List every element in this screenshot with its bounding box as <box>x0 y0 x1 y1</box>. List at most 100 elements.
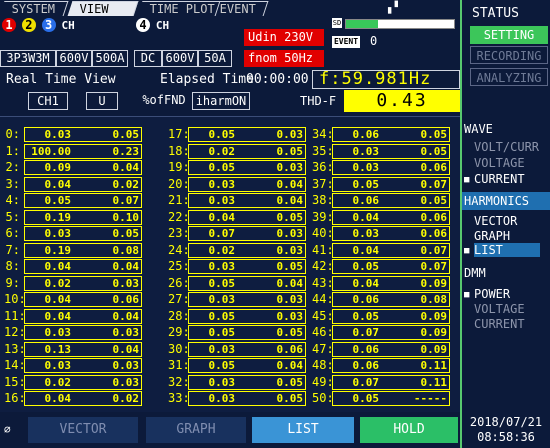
harmonic-phase-value: 0.05 <box>112 128 140 141</box>
hold-button[interactable]: HOLD <box>360 417 458 443</box>
dmm-power[interactable]: POWER <box>474 287 510 301</box>
harmonic-phase-value: 0.05 <box>276 375 304 389</box>
harmonic-value: 0.05 <box>208 359 236 372</box>
tab-view[interactable]: VIEW <box>67 1 139 16</box>
harmonics-graph[interactable]: GRAPH <box>474 229 510 243</box>
list-button[interactable]: LIST <box>252 417 354 443</box>
setting-button[interactable]: SETTING <box>470 26 548 44</box>
dmm-current[interactable]: CURRENT <box>474 317 525 331</box>
harmonic-order: 14 <box>4 358 20 372</box>
channel-selector[interactable]: CH1 <box>28 92 68 110</box>
harmonic-value: 0.05 <box>352 309 380 323</box>
harmonic-value: 0.03 <box>44 326 72 339</box>
harmonic-phase-value: 0.07 <box>420 177 448 191</box>
ch4-current-box[interactable]: 50A <box>198 50 232 67</box>
dmm-section-header[interactable]: DMM <box>462 264 550 282</box>
harmonic-row: 2 0.09 0.04 <box>4 160 142 177</box>
harmonic-cells: 0.02 0.05 <box>188 143 306 159</box>
dmm-voltage[interactable]: VOLTAGE <box>474 302 525 316</box>
interharmonic-selector[interactable]: iharmON <box>192 92 250 110</box>
harmonic-order: 42 <box>312 259 328 273</box>
harmonic-row: 23 0.07 0.03 <box>168 226 306 243</box>
harmonic-cells: 0.04 0.04 <box>24 259 142 274</box>
harmonic-value: 0.05 <box>208 309 236 323</box>
network-icon: ▖▘ <box>388 1 402 14</box>
harmonic-cells: 0.05 0.03 <box>188 160 306 175</box>
harmonic-phase-value: 0.08 <box>420 293 448 306</box>
harmonics-list[interactable]: LIST <box>474 243 540 257</box>
ch4-badge: 4 <box>136 18 150 32</box>
harmonic-row: 50 0.05 ----- <box>312 391 450 408</box>
wave-volt-curr[interactable]: VOLT/CURR <box>474 140 539 154</box>
harmonic-order: 22 <box>168 210 184 224</box>
harmonic-value: 0.07 <box>352 375 380 389</box>
harmonic-cells: 100.00 0.23 <box>24 143 142 159</box>
quantity-selector[interactable]: U <box>86 92 118 110</box>
harmonic-order: 10 <box>4 292 20 306</box>
harmonic-value: 0.05 <box>352 177 380 191</box>
function-key-bar: ⌀ VECTOR GRAPH LIST HOLD <box>0 413 460 448</box>
harmonic-value: 0.03 <box>352 161 380 174</box>
ch4-voltage-box[interactable]: 600V <box>162 50 198 67</box>
harmonic-value: 0.06 <box>352 293 380 306</box>
harmonic-order: 37 <box>312 177 328 191</box>
harmonics-selected-bullet: ■ <box>464 246 470 256</box>
wave-voltage[interactable]: VOLTAGE <box>474 156 525 170</box>
voltage-range-box[interactable]: 600V <box>56 50 92 67</box>
analyzing-button[interactable]: ANALYZING <box>470 68 548 86</box>
harmonic-phase-value: 0.11 <box>420 359 448 372</box>
harmonic-cells: 0.04 0.06 <box>24 292 142 307</box>
tab-system[interactable]: SYSTEM <box>0 1 69 16</box>
tab-time-plot-label: TIME PLOT <box>149 2 215 16</box>
harmonic-order: 7 <box>4 243 20 257</box>
harmonic-row: 32 0.03 0.05 <box>168 374 306 392</box>
wave-current[interactable]: CURRENT <box>474 172 525 186</box>
vector-button[interactable]: VECTOR <box>28 417 138 443</box>
harmonic-order: 41 <box>312 243 328 257</box>
harmonic-phase-value: 0.09 <box>420 309 448 323</box>
harmonic-phase-value: 0.05 <box>276 144 304 158</box>
ch-group1-suffix: CH <box>61 19 75 32</box>
harmonic-value: 0.02 <box>44 375 72 389</box>
harmonic-order: 16 <box>4 391 20 405</box>
current-range-box[interactable]: 500A <box>92 50 128 67</box>
harmonic-phase-value: 0.05 <box>276 326 304 339</box>
harmonic-phase-value: 0.04 <box>112 342 140 356</box>
harmonic-cells: 0.05 0.07 <box>24 193 142 208</box>
harmonic-row: 7 0.19 0.08 <box>4 242 142 260</box>
harmonic-order: 20 <box>168 177 184 191</box>
harmonic-cells: 0.07 0.03 <box>188 226 306 241</box>
harmonic-row: 27 0.03 0.03 <box>168 292 306 309</box>
harmonic-cells: 0.03 0.06 <box>332 160 450 175</box>
harmonic-order: 34 <box>312 127 328 141</box>
graph-button[interactable]: GRAPH <box>146 417 246 443</box>
harmonic-cells: 0.03 0.03 <box>24 358 142 373</box>
harmonic-phase-value: 0.04 <box>276 359 304 372</box>
harmonic-value: 0.03 <box>44 227 72 240</box>
harmonic-cells: 0.05 0.05 <box>188 325 306 340</box>
wiring-box[interactable]: 3P3W3M <box>0 50 56 67</box>
harmonic-value: 0.05 <box>208 161 236 174</box>
harmonics-vector[interactable]: VECTOR <box>474 214 517 228</box>
harmonic-cells: 0.09 0.04 <box>24 160 142 175</box>
harmonic-cells: 0.04 0.02 <box>24 176 142 192</box>
harmonic-cells: 0.03 0.03 <box>24 325 142 340</box>
recording-button[interactable]: RECORDING <box>470 46 548 64</box>
harmonic-row: 14 0.03 0.03 <box>4 358 142 375</box>
harmonic-order: 5 <box>4 210 20 224</box>
tab-event[interactable]: EVENT <box>207 1 269 16</box>
harmonics-section-header[interactable]: HARMONICS <box>462 192 550 210</box>
harmonic-phase-value: 0.04 <box>112 260 140 273</box>
view-title: Real Time View <box>6 72 116 87</box>
channel-group1-label: 1 2 3 CH <box>2 18 75 33</box>
unit-selector[interactable]: %ofFND <box>138 92 190 110</box>
harmonic-order: 4 <box>4 193 20 207</box>
harmonic-value: 0.03 <box>208 392 236 405</box>
harmonic-row: 20 0.03 0.04 <box>168 176 306 194</box>
harmonic-value: 0.09 <box>44 161 72 174</box>
harmonic-phase-value: 0.03 <box>276 293 304 306</box>
harmonic-value: 0.05 <box>208 326 236 339</box>
wave-section-header[interactable]: WAVE <box>462 120 550 138</box>
harmonic-row: 31 0.05 0.04 <box>168 358 306 375</box>
ch4-mode-box[interactable]: DC <box>134 50 162 67</box>
